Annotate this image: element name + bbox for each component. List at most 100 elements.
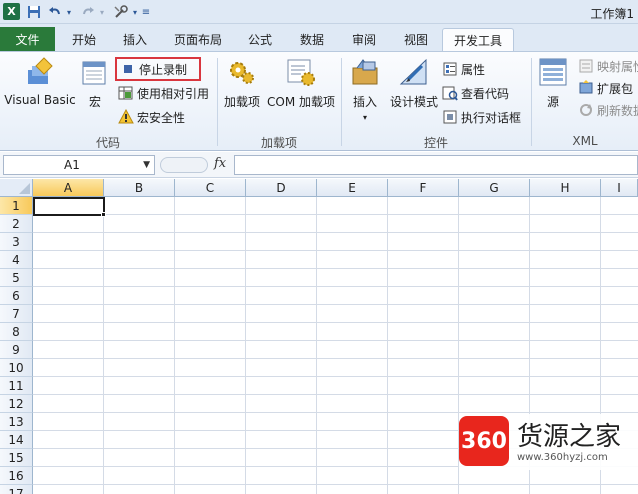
design-mode-button[interactable]: 设计模式: [388, 56, 440, 110]
visual-basic-icon: [24, 56, 56, 88]
controls-group-label: 控件: [423, 136, 448, 150]
visual-basic-button[interactable]: Visual Basic: [4, 56, 76, 107]
tab-review[interactable]: 审阅: [342, 28, 386, 51]
tab-page-layout[interactable]: 页面布局: [164, 28, 232, 51]
refresh-icon: [578, 102, 594, 118]
expansion-packs-button[interactable]: 扩展包: [578, 78, 633, 98]
com-addins-icon: [285, 56, 317, 88]
ribbon-tabs: 文件 开始 插入 页面布局 公式 数据 审阅 视图 开发工具: [0, 24, 638, 51]
formula-splitter-handle[interactable]: [160, 157, 208, 173]
column-header-h[interactable]: H: [530, 179, 601, 197]
row-header[interactable]: 3: [0, 233, 33, 251]
xml-source-button[interactable]: 源: [537, 56, 569, 110]
tab-developer[interactable]: 开发工具: [442, 28, 514, 51]
run-dialog-icon: [442, 109, 458, 125]
macros-button[interactable]: 宏: [80, 56, 110, 110]
relative-references-button[interactable]: 使用相对引用: [118, 83, 209, 103]
run-dialog-button[interactable]: 执行对话框: [442, 107, 521, 127]
tab-home[interactable]: 开始: [60, 28, 108, 51]
gear-icon: [226, 56, 258, 88]
tab-file[interactable]: 文件: [0, 27, 55, 51]
watermark-url: www.360hyzj.com: [517, 452, 608, 463]
watermark: 360 货源之家 www.360hyzj.com: [459, 414, 638, 470]
tools-dropdown-icon[interactable]: ▾: [131, 3, 139, 21]
warning-icon: [118, 109, 134, 125]
insert-controls-button[interactable]: 插入 ▾: [347, 56, 383, 122]
com-addins-button[interactable]: COM 加载项: [265, 56, 337, 110]
row-header[interactable]: 14: [0, 431, 33, 449]
insert-dropdown-icon: ▾: [362, 113, 367, 122]
group-separator: [531, 58, 532, 146]
tab-formulas[interactable]: 公式: [240, 28, 280, 51]
row-header[interactable]: 2: [0, 215, 33, 233]
row-header[interactable]: 1: [0, 197, 33, 215]
properties-button[interactable]: 属性: [442, 59, 485, 79]
select-all-corner[interactable]: [0, 179, 33, 197]
addins-group-label: 加载项: [260, 136, 297, 150]
tab-insert[interactable]: 插入: [112, 28, 158, 51]
stop-recording-highlight: [115, 57, 201, 81]
insert-function-icon[interactable]: fx: [214, 156, 226, 171]
tools-icon[interactable]: [112, 3, 130, 21]
macros-icon: [79, 56, 111, 88]
title-bar: X ▾ ▾ ▾ ≡ 工作簿1: [0, 0, 638, 24]
ribbon-panel: Visual Basic 宏 停止录制 使用相对引用 宏安全性 代码 加载项 C…: [0, 51, 638, 151]
column-header-b[interactable]: B: [104, 179, 175, 197]
formula-bar: A1 ▼ fx: [0, 152, 638, 178]
customize-qat-icon[interactable]: ≡: [140, 3, 152, 21]
map-properties-button[interactable]: 映射属性: [578, 56, 638, 76]
view-code-icon: [442, 85, 458, 101]
column-header-g[interactable]: G: [459, 179, 530, 197]
row-header[interactable]: 5: [0, 269, 33, 287]
row-header[interactable]: 13: [0, 413, 33, 431]
addins-button[interactable]: 加载项: [222, 56, 262, 110]
row-header[interactable]: 7: [0, 305, 33, 323]
row-header[interactable]: 11: [0, 377, 33, 395]
tab-view[interactable]: 视图: [394, 28, 438, 51]
relative-references-icon: [118, 85, 134, 101]
column-header-c[interactable]: C: [175, 179, 246, 197]
name-box-dropdown-icon[interactable]: ▼: [143, 160, 150, 170]
column-header-a[interactable]: A: [33, 179, 104, 197]
tab-data[interactable]: 数据: [290, 28, 334, 51]
active-cell-a1[interactable]: [33, 197, 105, 216]
watermark-badge: 360: [459, 416, 509, 466]
code-group-label: 代码: [95, 136, 120, 150]
undo-icon[interactable]: [47, 3, 63, 21]
fill-handle[interactable]: [101, 212, 106, 217]
properties-icon: [442, 61, 458, 77]
row-header[interactable]: 17: [0, 485, 33, 494]
row-header[interactable]: 10: [0, 359, 33, 377]
group-separator: [341, 58, 342, 146]
redo-dropdown-icon[interactable]: ▾: [97, 3, 107, 21]
toolbox-icon: [349, 56, 381, 88]
row-header[interactable]: 12: [0, 395, 33, 413]
macro-security-button[interactable]: 宏安全性: [118, 107, 185, 127]
design-mode-icon: [398, 56, 430, 88]
map-properties-icon: [578, 58, 594, 74]
column-header-i[interactable]: I: [601, 179, 638, 197]
row-header[interactable]: 15: [0, 449, 33, 467]
row-header[interactable]: 16: [0, 467, 33, 485]
row-header[interactable]: 6: [0, 287, 33, 305]
view-code-button[interactable]: 查看代码: [442, 83, 509, 103]
name-box[interactable]: A1 ▼: [3, 155, 155, 175]
column-header-d[interactable]: D: [246, 179, 317, 197]
redo-icon[interactable]: [80, 3, 96, 21]
row-header[interactable]: 4: [0, 251, 33, 269]
column-header-f[interactable]: F: [388, 179, 459, 197]
save-icon[interactable]: [26, 3, 42, 21]
xml-group-label: XML: [572, 134, 598, 148]
refresh-data-button[interactable]: 刷新数据: [578, 100, 638, 120]
row-header[interactable]: 8: [0, 323, 33, 341]
window-title: 工作簿1: [590, 7, 634, 21]
undo-dropdown-icon[interactable]: ▾: [64, 3, 74, 21]
expansion-packs-icon: [578, 80, 594, 96]
watermark-title: 货源之家: [517, 422, 622, 452]
xml-source-icon: [537, 56, 569, 88]
group-separator: [217, 58, 218, 146]
column-header-e[interactable]: E: [317, 179, 388, 197]
excel-logo-icon[interactable]: X: [3, 3, 20, 20]
row-header[interactable]: 9: [0, 341, 33, 359]
formula-input[interactable]: [234, 155, 638, 175]
